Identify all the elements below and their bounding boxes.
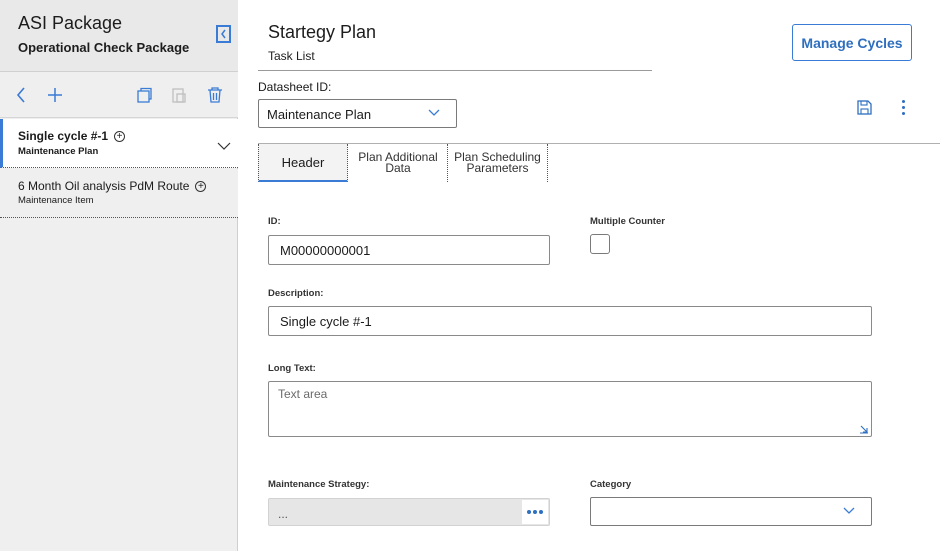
long-text-field[interactable]: Text area (268, 381, 872, 437)
copy-button[interactable] (135, 86, 153, 104)
copy-icon (137, 87, 152, 103)
list-toolbar (0, 72, 238, 118)
collapse-panel-button[interactable] (216, 25, 231, 43)
divider (258, 70, 652, 71)
paste-button[interactable] (170, 86, 188, 104)
id-field[interactable]: M00000000001 (268, 235, 550, 265)
paste-icon (172, 88, 186, 103)
datasheet-select[interactable]: Maintenance Plan (258, 99, 457, 128)
datasheet-label: Datasheet ID: (258, 80, 332, 94)
maintenance-strategy-value: ... (278, 507, 289, 521)
package-subtitle: Operational Check Package (18, 40, 190, 55)
more-options-button[interactable] (901, 100, 907, 116)
maintenance-strategy-label: Maintenance Strategy: (268, 479, 370, 490)
long-text-placeholder: Text area (278, 387, 328, 401)
main-content: Startegy Plan Task List Manage Cycles Da… (239, 0, 940, 551)
add-child-icon[interactable]: + (114, 130, 126, 142)
chevron-down-icon (428, 109, 440, 116)
chevron-left-icon (221, 29, 226, 39)
list-item[interactable]: 6 Month Oil analysis PdM Route + Mainten… (0, 169, 238, 218)
save-icon (857, 100, 872, 115)
resize-icon[interactable] (859, 424, 869, 434)
manage-cycles-button[interactable]: Manage Cycles (792, 24, 912, 61)
list-item-subtitle: Maintenance Item (18, 195, 94, 206)
datasheet-value: Maintenance Plan (267, 107, 372, 122)
description-label: Description: (268, 288, 324, 299)
ellipsis-dot (533, 510, 537, 514)
long-text-label: Long Text: (268, 363, 316, 374)
plus-icon (48, 88, 62, 102)
id-value: M00000000001 (280, 242, 371, 258)
category-select[interactable] (590, 497, 872, 526)
description-value: Single cycle #-1 (280, 313, 372, 329)
add-child-icon[interactable]: + (195, 180, 207, 192)
id-label: ID: (268, 216, 281, 227)
tab-plan-additional-data[interactable]: Plan Additional Data (349, 144, 447, 182)
page-title: Startegy Plan (268, 22, 377, 42)
page-subtitle: Task List (268, 49, 315, 63)
delete-button[interactable] (206, 86, 224, 104)
expand-button[interactable] (217, 137, 231, 155)
kebab-dot (902, 106, 905, 109)
back-button[interactable] (12, 86, 30, 104)
multiple-counter-label: Multiple Counter (590, 216, 665, 227)
chevron-down-icon (217, 142, 231, 150)
kebab-dot (902, 100, 905, 103)
add-button[interactable] (46, 86, 64, 104)
package-header: ASI Package Operational Check Package (0, 0, 238, 72)
list-item[interactable]: Single cycle #-1 + Maintenance Plan (0, 119, 238, 168)
ellipsis-dot (539, 510, 543, 514)
left-panel: ASI Package Operational Check Package Si… (0, 0, 238, 551)
maintenance-strategy-lookup-button[interactable] (522, 500, 548, 524)
package-title: ASI Package (18, 13, 123, 33)
save-button[interactable] (857, 100, 872, 120)
category-label: Category (590, 479, 632, 490)
tab-header[interactable]: Header (258, 144, 348, 182)
list-item-subtitle: Maintenance Plan (18, 146, 99, 157)
description-field[interactable]: Single cycle #-1 (268, 306, 872, 336)
maintenance-strategy-field: ... (268, 498, 550, 526)
multiple-counter-checkbox[interactable] (590, 234, 610, 254)
list-item-title: Single cycle #-1 (18, 129, 109, 143)
trash-icon (208, 87, 222, 103)
chevron-left-icon (16, 87, 25, 103)
list-item-title: 6 Month Oil analysis PdM Route (18, 179, 190, 193)
ellipsis-dot (527, 510, 531, 514)
chevron-down-icon (843, 507, 855, 514)
tab-plan-scheduling-parameters[interactable]: Plan Scheduling Parameters (447, 144, 548, 182)
kebab-dot (902, 112, 905, 115)
